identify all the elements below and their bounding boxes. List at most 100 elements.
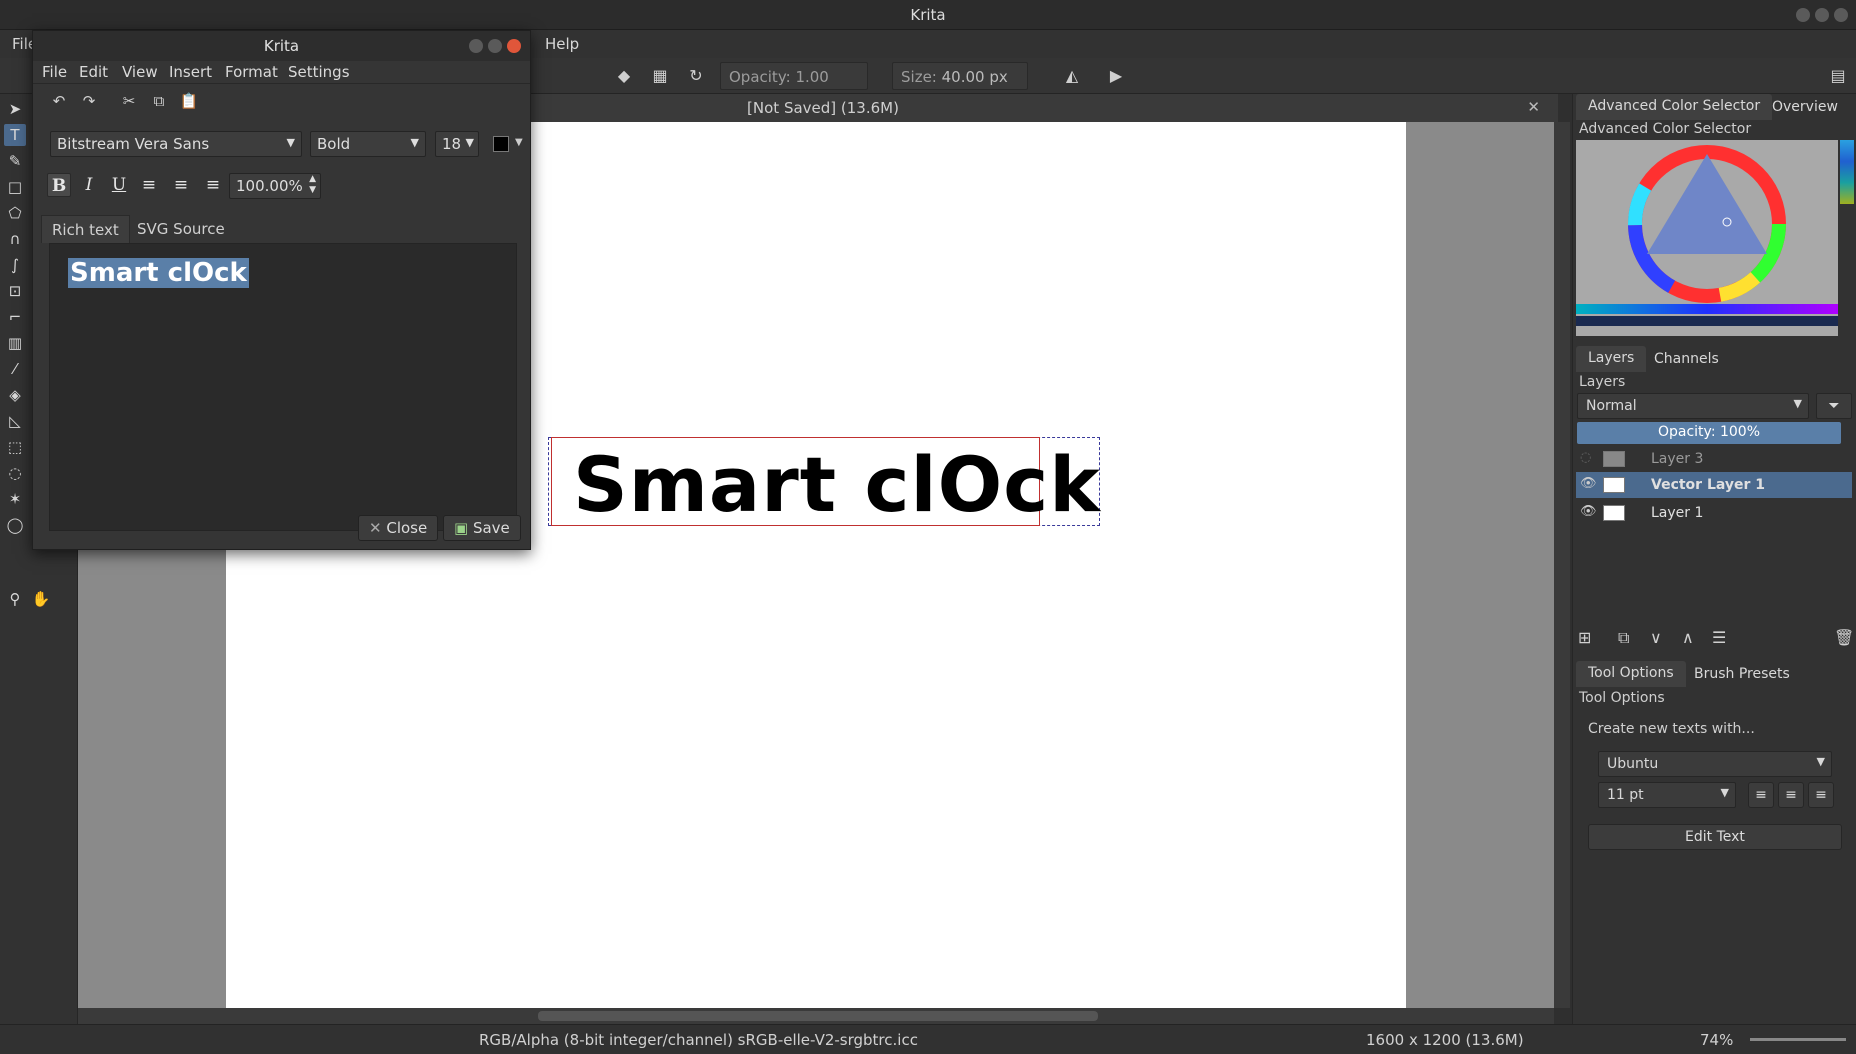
layer-filter-button[interactable]: ⏷ [1816,393,1852,419]
dialog-menu-settings[interactable]: Settings [288,63,350,81]
color-picker-icon[interactable]: ⁄ [4,358,26,380]
eraser-icon[interactable]: ◆ [614,66,634,86]
underline-button[interactable]: U [107,173,131,197]
tab-layers[interactable]: Layers [1576,346,1647,372]
polygon-tool-icon[interactable]: ⬠ [4,202,26,224]
alpha-lock-icon[interactable]: ▦ [650,66,670,86]
minimize-icon[interactable] [469,39,483,53]
chevron-down-icon[interactable]: ▼ [515,137,523,148]
font-select[interactable]: Ubuntu ▼ [1598,751,1832,777]
zoom-tool-icon[interactable]: ⚲ [4,588,26,610]
horizontal-scroll-thumb[interactable] [538,1011,1098,1021]
dialog-menu-view[interactable]: View [122,63,158,81]
maximize-icon[interactable] [488,39,502,53]
mirror-horizontal-icon[interactable]: ◭ [1062,66,1082,86]
align-left-icon[interactable]: ≡ [1748,782,1774,808]
move-down-icon[interactable]: ∨ [1650,628,1662,647]
close-icon[interactable] [507,39,521,53]
font-size-select[interactable]: 18 ▼ [435,131,479,157]
edit-text-button[interactable]: Edit Text [1588,824,1842,850]
layer-row[interactable]: 👁 Vector Layer 1 [1576,472,1852,498]
tab-rich-text[interactable]: Rich text [41,215,130,243]
dialog-menu-insert[interactable]: Insert [169,63,212,81]
close-button[interactable]: ✕ Close [358,515,439,541]
fill-tool-icon[interactable]: ◈ [4,384,26,406]
brush-tool-icon[interactable]: ✎ [4,150,26,172]
font-style-select[interactable]: Bold ▼ [310,131,426,157]
spinner-arrows-icon[interactable]: ▲ ▼ [309,174,316,196]
align-center-icon[interactable]: ≡ [169,173,193,197]
mirror-vertical-icon[interactable]: ▶ [1106,66,1126,86]
bold-button[interactable]: B [47,173,71,197]
undo-icon[interactable]: ↶ [49,91,69,111]
tab-svg-source[interactable]: SVG Source [127,215,235,243]
dialog-menu-file[interactable]: File [42,63,67,81]
menu-help[interactable]: Help [545,35,579,53]
rich-text-editor[interactable]: Smart clOck [49,243,517,531]
eye-icon[interactable]: 👁 [1580,476,1597,491]
font-family-select[interactable]: Bitstream Vera Sans ▼ [50,131,302,157]
magic-wand-icon[interactable]: ✶ [4,488,26,510]
visibility-off-icon[interactable]: ◌ [1580,450,1591,465]
dialog-menu-format[interactable]: Format [225,63,278,81]
text-tool-icon[interactable]: T [4,124,26,146]
crop-tool-icon[interactable]: ⌐ [4,306,26,328]
tab-tool-options[interactable]: Tool Options [1576,661,1686,687]
canvas-text-shape[interactable]: Smart clOck [573,440,1101,529]
tab-brush-presets[interactable]: Brush Presets [1682,662,1802,688]
align-right-icon[interactable]: ≡ [1808,782,1834,808]
size-slider[interactable]: Size: 40.00 px [892,62,1028,90]
close-document-icon[interactable]: ✕ [1527,98,1540,116]
add-layer-icon[interactable]: ⊞ [1578,628,1591,647]
vertical-scrollbar[interactable] [1554,122,1570,1008]
color-history-swatches[interactable] [1840,140,1854,204]
color-wheel-icon[interactable] [1576,140,1838,336]
tab-overview[interactable]: Overview [1760,95,1850,121]
measure-tool-icon[interactable]: ◺ [4,410,26,432]
line-spacing-spinbox[interactable]: 100.00% ▲ ▼ [229,173,321,199]
layer-opacity-slider[interactable]: Opacity: 100% [1577,422,1841,444]
zoom-level[interactable]: 74% [1700,1031,1733,1049]
font-size-select[interactable]: 11 pt ▼ [1598,782,1736,808]
delete-layer-icon[interactable]: 🗑 [1834,628,1854,647]
tab-advanced-color-selector[interactable]: Advanced Color Selector [1576,94,1773,120]
align-center-icon[interactable]: ≡ [1778,782,1804,808]
horizontal-scrollbar[interactable] [78,1008,1554,1024]
transform-tool-icon[interactable]: ⊡ [4,280,26,302]
rectangle-tool-icon[interactable]: □ [4,176,26,198]
italic-button[interactable]: I [77,173,101,197]
layer-properties-icon[interactable]: ☰ [1712,628,1726,647]
tab-channels[interactable]: Channels [1642,347,1731,373]
gradient-tool-icon[interactable]: ▥ [4,332,26,354]
eye-icon[interactable]: 👁 [1580,504,1597,519]
layer-row[interactable]: ◌ Layer 3 [1576,446,1852,472]
redo-icon[interactable]: ↷ [79,91,99,111]
docker-menu-icon[interactable]: ▤ [1828,66,1848,86]
align-right-icon[interactable]: ≡ [201,173,225,197]
minimize-icon[interactable] [1796,8,1810,22]
freehand-path-icon[interactable]: ∫ [4,254,26,276]
editor-selected-text[interactable]: Smart clOck [68,258,249,288]
zoom-slider[interactable] [1750,1038,1846,1041]
move-up-icon[interactable]: ∧ [1682,628,1694,647]
freehand-select-icon[interactable]: ◯ [4,514,26,536]
blend-mode-select[interactable]: Normal ▼ [1577,393,1809,419]
maximize-icon[interactable] [1815,8,1829,22]
opacity-slider[interactable]: Opacity: 1.00 [720,62,868,90]
pan-tool-icon[interactable]: ✋ [30,588,52,610]
dialog-titlebar[interactable]: Krita [33,31,530,61]
layer-row[interactable]: 👁 Layer 1 [1576,500,1852,526]
dialog-menu-edit[interactable]: Edit [79,63,108,81]
bezier-tool-icon[interactable]: ∩ [4,228,26,250]
duplicate-layer-icon[interactable]: ⧉ [1618,628,1629,648]
save-button[interactable]: ▣ Save [443,515,521,541]
close-icon[interactable] [1834,8,1848,22]
paste-icon[interactable]: 📋 [179,91,199,111]
select-shapes-tool-icon[interactable]: ➤ [4,98,26,120]
text-color-swatch[interactable] [493,136,509,152]
color-selector-widget[interactable] [1576,140,1838,336]
align-left-icon[interactable]: ≡ [137,173,161,197]
cut-icon[interactable]: ✂ [119,91,139,111]
ellipse-select-icon[interactable]: ◌ [4,462,26,484]
copy-icon[interactable]: ⧉ [149,91,169,111]
